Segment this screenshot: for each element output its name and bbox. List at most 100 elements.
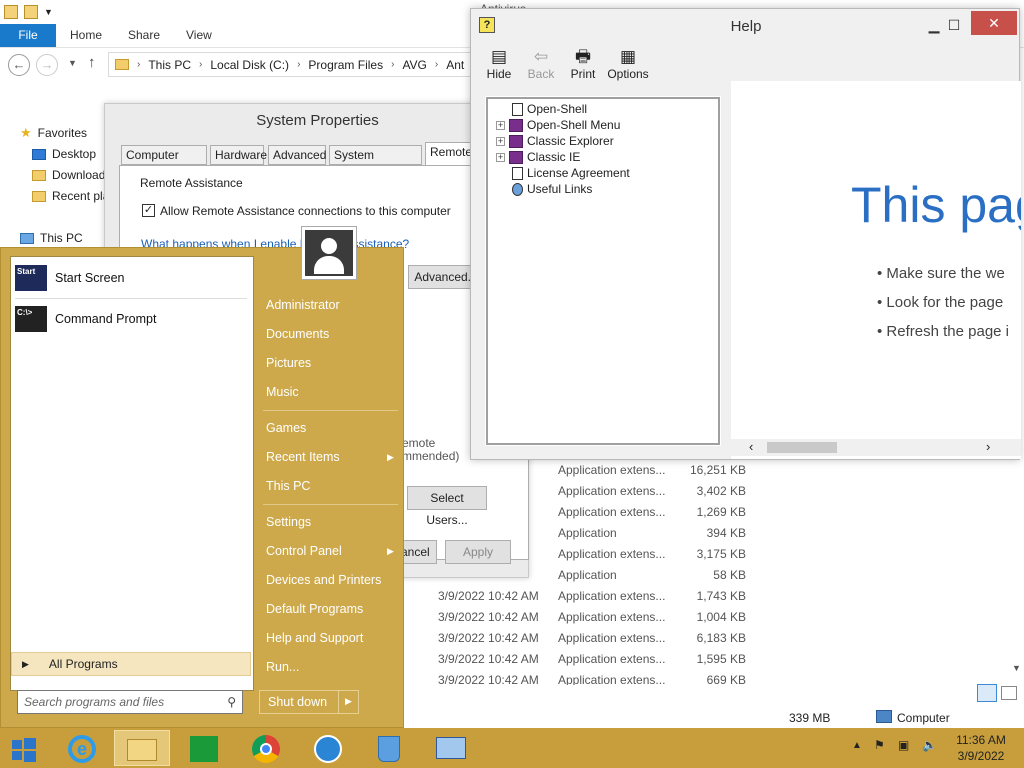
volume-muted-icon[interactable]: 🔈 bbox=[922, 738, 937, 752]
show-hidden-icons[interactable]: ▲ bbox=[852, 740, 862, 751]
nav-recent-places[interactable]: Recent pla bbox=[32, 186, 109, 206]
apply-button[interactable]: Apply bbox=[445, 540, 511, 564]
expand-icon[interactable]: + bbox=[496, 152, 505, 162]
table-row[interactable]: 3/9/2022 10:42 AM Application extens... 66… bbox=[410, 670, 750, 685]
allow-remote-assistance-checkbox[interactable]: ✓ bbox=[142, 204, 155, 217]
control-icon[interactable] bbox=[424, 730, 480, 766]
tab-system-protection[interactable]: System Protection bbox=[329, 145, 422, 181]
tab-computer-name[interactable]: Computer Name bbox=[121, 145, 207, 181]
clock[interactable]: 11:36 AM 3/9/2022 bbox=[956, 733, 1006, 763]
flag-icon[interactable]: ⚑ bbox=[874, 738, 885, 752]
start-item-settings[interactable]: Settings bbox=[266, 515, 311, 529]
store-icon[interactable] bbox=[176, 730, 232, 766]
breadcrumb-item[interactable]: AVG bbox=[402, 58, 426, 72]
tab-advanced[interactable]: Advanced bbox=[268, 145, 326, 165]
start-item-pictures[interactable]: Pictures bbox=[266, 356, 311, 370]
tree-item-useful-links[interactable]: Useful Links bbox=[512, 181, 592, 197]
start-item-documents[interactable]: Documents bbox=[266, 327, 329, 341]
file-size: 16,251 KB bbox=[689, 463, 746, 477]
command-prompt-icon: C:\> bbox=[15, 306, 47, 332]
customize-dropdown-icon[interactable]: ▼ bbox=[44, 7, 53, 17]
all-programs-button[interactable]: ▶ All Programs bbox=[11, 652, 251, 676]
start-item-administrator[interactable]: Administrator bbox=[266, 298, 340, 312]
shutdown-button[interactable]: Shut down ▶ bbox=[259, 690, 359, 714]
scroll-left-icon[interactable]: ‹ bbox=[749, 439, 753, 454]
ie-icon[interactable]: e bbox=[54, 730, 110, 766]
table-row[interactable]: 3/9/2022 10:42 AM Application extens... 1,… bbox=[410, 586, 750, 607]
back-arrow-icon: ⇦ bbox=[533, 47, 549, 66]
breadcrumb-item[interactable]: Program Files bbox=[308, 58, 383, 72]
hide-button[interactable]: ▤ Hide bbox=[475, 45, 523, 87]
search-input[interactable]: Search programs and files ⚲ bbox=[17, 690, 243, 714]
start-item-devices-printers[interactable]: Devices and Printers bbox=[266, 573, 381, 587]
tab-file[interactable]: File bbox=[0, 24, 56, 47]
back-button[interactable]: ⇦ Back bbox=[517, 45, 565, 87]
expand-icon[interactable]: + bbox=[496, 136, 505, 146]
button-label: Print bbox=[570, 67, 596, 81]
back-arrow-icon[interactable]: ← bbox=[8, 54, 30, 76]
up-arrow-icon[interactable]: ↑ bbox=[88, 54, 96, 71]
start-item-this-pc[interactable]: This PC bbox=[266, 479, 310, 493]
nav-favorites[interactable]: ★ Favorites bbox=[20, 123, 87, 143]
tree-item-open-shell-menu[interactable]: + Open-Shell Menu bbox=[496, 117, 620, 133]
print-button[interactable]: 🖶 Print bbox=[559, 45, 607, 87]
tab-hardware[interactable]: Hardware bbox=[210, 145, 267, 165]
downloads-icon bbox=[32, 169, 46, 181]
new-folder-icon[interactable] bbox=[24, 5, 38, 19]
forward-arrow-icon[interactable]: → bbox=[36, 54, 58, 76]
scroll-down-icon[interactable]: ▼ bbox=[1012, 663, 1021, 673]
file-explorer-icon[interactable] bbox=[114, 730, 170, 766]
tree-item-classic-ie[interactable]: + Classic IE bbox=[496, 149, 580, 165]
tree-item-license-agreement[interactable]: License Agreement bbox=[512, 165, 630, 181]
tab-home[interactable]: Home bbox=[58, 24, 114, 47]
table-row[interactable]: 3/9/2022 10:42 AM Application extens... 1,… bbox=[410, 607, 750, 628]
chrome-icon[interactable] bbox=[238, 730, 294, 766]
start-item-games[interactable]: Games bbox=[266, 421, 306, 435]
command-prompt-item[interactable]: C:\> Command Prompt bbox=[15, 302, 156, 336]
address-bar[interactable]: › This PC › Local Disk (C:) › Program Fi… bbox=[108, 52, 488, 77]
start-item-default-programs[interactable]: Default Programs bbox=[266, 602, 363, 616]
tab-view[interactable]: View bbox=[174, 24, 224, 47]
options-button[interactable]: ▦ Options bbox=[603, 45, 653, 87]
network-icon[interactable]: ▣ bbox=[898, 738, 909, 752]
scroll-right-icon[interactable]: › bbox=[986, 439, 990, 454]
tree-item-classic-explorer[interactable]: + Classic Explorer bbox=[496, 133, 614, 149]
properties-icon[interactable] bbox=[4, 5, 18, 19]
start-menu-programs: Start Start Screen C:\> Command Prompt ▶… bbox=[10, 256, 254, 691]
close-icon[interactable]: ✕ bbox=[971, 11, 1017, 35]
nav-desktop[interactable]: Desktop bbox=[32, 144, 96, 164]
expand-icon[interactable]: + bbox=[496, 120, 505, 130]
breadcrumb-item[interactable]: Ant bbox=[446, 58, 464, 72]
tree-item-open-shell[interactable]: Open-Shell bbox=[512, 101, 587, 117]
navigation-pane: ★ Favorites Desktop Download Recent pla … bbox=[0, 118, 109, 258]
table-row[interactable]: 3/9/2022 10:42 AM Application extens... 1,… bbox=[410, 649, 750, 670]
maximize-icon[interactable]: ☐ bbox=[937, 13, 971, 37]
tab-share[interactable]: Share bbox=[116, 24, 172, 47]
shutdown-options-icon[interactable]: ▶ bbox=[338, 690, 358, 714]
start-item-music[interactable]: Music bbox=[266, 385, 299, 399]
recent-locations-icon[interactable]: ▼ bbox=[68, 58, 77, 68]
file-date: 3/9/2022 10:42 AM bbox=[438, 652, 539, 666]
nav-this-pc[interactable]: This PC bbox=[20, 228, 83, 248]
breadcrumb-item[interactable]: This PC bbox=[148, 58, 191, 72]
select-users-button[interactable]: Select Users... bbox=[407, 486, 487, 527]
large-icons-view-icon[interactable] bbox=[1001, 686, 1017, 700]
horizontal-scrollbar[interactable]: ‹ › bbox=[731, 439, 1021, 456]
start-item-control-panel[interactable]: Control Panel bbox=[266, 544, 342, 558]
start-item-recent-items[interactable]: Recent Items bbox=[266, 450, 340, 464]
scroll-thumb[interactable] bbox=[767, 442, 837, 453]
breadcrumb-item[interactable]: Local Disk (C:) bbox=[210, 58, 289, 72]
start-item-help-support[interactable]: Help and Support bbox=[266, 631, 363, 645]
disk-icon[interactable] bbox=[300, 730, 356, 766]
search-icon[interactable]: ⚲ bbox=[227, 691, 236, 713]
details-view-icon[interactable] bbox=[977, 684, 997, 702]
nav-downloads[interactable]: Download bbox=[32, 165, 105, 185]
nav-label: Recent pla bbox=[52, 189, 110, 203]
start-item-run[interactable]: Run... bbox=[266, 660, 299, 674]
start-screen-item[interactable]: Start Start Screen bbox=[15, 261, 124, 295]
recycle-icon[interactable] bbox=[362, 730, 418, 766]
start-button[interactable] bbox=[0, 730, 50, 766]
table-row[interactable]: 3/9/2022 10:42 AM Application extens... 6,… bbox=[410, 628, 750, 649]
button-label: Hide bbox=[486, 67, 512, 81]
user-avatar[interactable] bbox=[301, 226, 357, 280]
